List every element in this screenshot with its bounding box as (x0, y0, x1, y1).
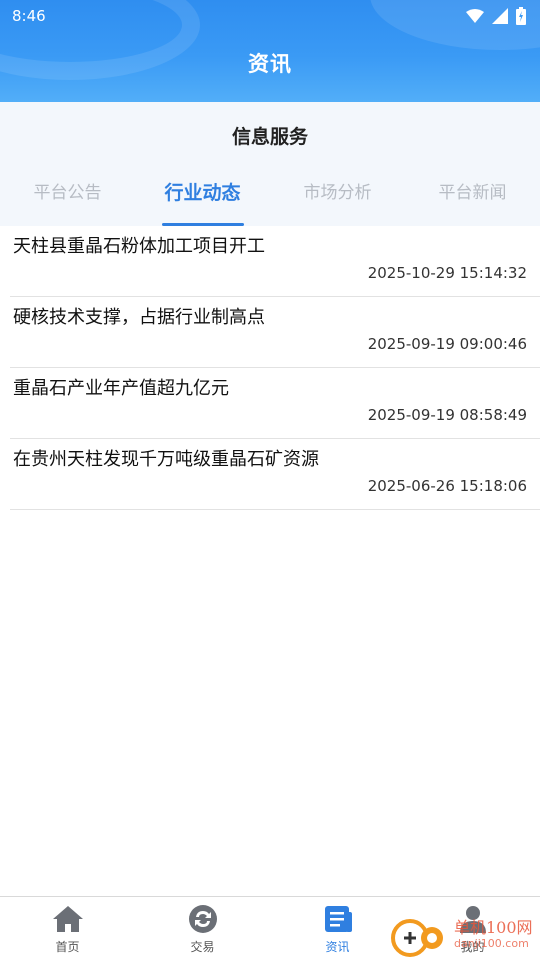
page-title: 资讯 (248, 52, 292, 76)
section-title: 信息服务 (231, 126, 308, 148)
news-item[interactable]: 天柱县重晶石粉体加工项目开工 2025-10-29 15:14:32 (10, 226, 540, 297)
news-list: 天柱县重晶石粉体加工项目开工 2025-10-29 15:14:32 硬核技术支… (0, 226, 540, 510)
nav-trade-label: 交易 (190, 940, 215, 954)
home-icon (52, 906, 83, 932)
header-bar: 8:46 资讯 (0, 0, 540, 102)
status-bar: 8:46 (0, 0, 540, 32)
tab-industry-news[interactable]: 行业动态 (135, 178, 270, 226)
category-tabs: 平台公告 行业动态 市场分析 平台新闻 (0, 178, 540, 226)
nav-news[interactable]: 资讯 (270, 897, 405, 960)
news-date: 2025-10-29 15:14:32 (367, 264, 527, 282)
tab-announcements[interactable]: 平台公告 (0, 178, 135, 226)
news-title: 天柱县重晶石粉体加工项目开工 (13, 236, 265, 257)
news-title: 重晶石产业年产值超九亿元 (13, 378, 229, 399)
news-icon (324, 906, 352, 932)
nav-news-label: 资讯 (325, 940, 350, 954)
status-time: 8:46 (12, 7, 46, 25)
news-title: 硬核技术支撑，占据行业制高点 (13, 307, 265, 328)
news-item[interactable]: 重晶石产业年产值超九亿元 2025-09-19 08:58:49 (10, 368, 540, 439)
news-title: 在贵州天柱发现千万吨级重晶石矿资源 (13, 449, 319, 470)
watermark-url: danji100.com (454, 937, 529, 950)
exchange-icon (188, 905, 217, 933)
signal-icon (492, 8, 508, 24)
watermark-logo-icon (391, 919, 443, 957)
tab-market-analysis[interactable]: 市场分析 (270, 178, 405, 226)
news-item[interactable]: 在贵州天柱发现千万吨级重晶石矿资源 2025-06-26 15:18:06 (10, 439, 540, 510)
news-date: 2025-09-19 08:58:49 (367, 406, 527, 424)
tab-platform-news[interactable]: 平台新闻 (405, 178, 540, 226)
battery-icon (516, 7, 526, 25)
news-date: 2025-06-26 15:18:06 (367, 477, 527, 495)
news-item[interactable]: 硬核技术支撑，占据行业制高点 2025-09-19 09:00:46 (10, 297, 540, 368)
watermark-text: 单机100网 (454, 918, 533, 937)
info-service-panel: 信息服务 平台公告 行业动态 市场分析 平台新闻 (0, 102, 540, 226)
news-date: 2025-09-19 09:00:46 (367, 335, 527, 353)
nav-trade[interactable]: 交易 (135, 897, 270, 960)
nav-home-label: 首页 (55, 940, 80, 954)
watermark: 单机100网 danji100.com (388, 912, 540, 960)
wifi-icon (466, 9, 484, 23)
nav-home[interactable]: 首页 (0, 897, 135, 960)
